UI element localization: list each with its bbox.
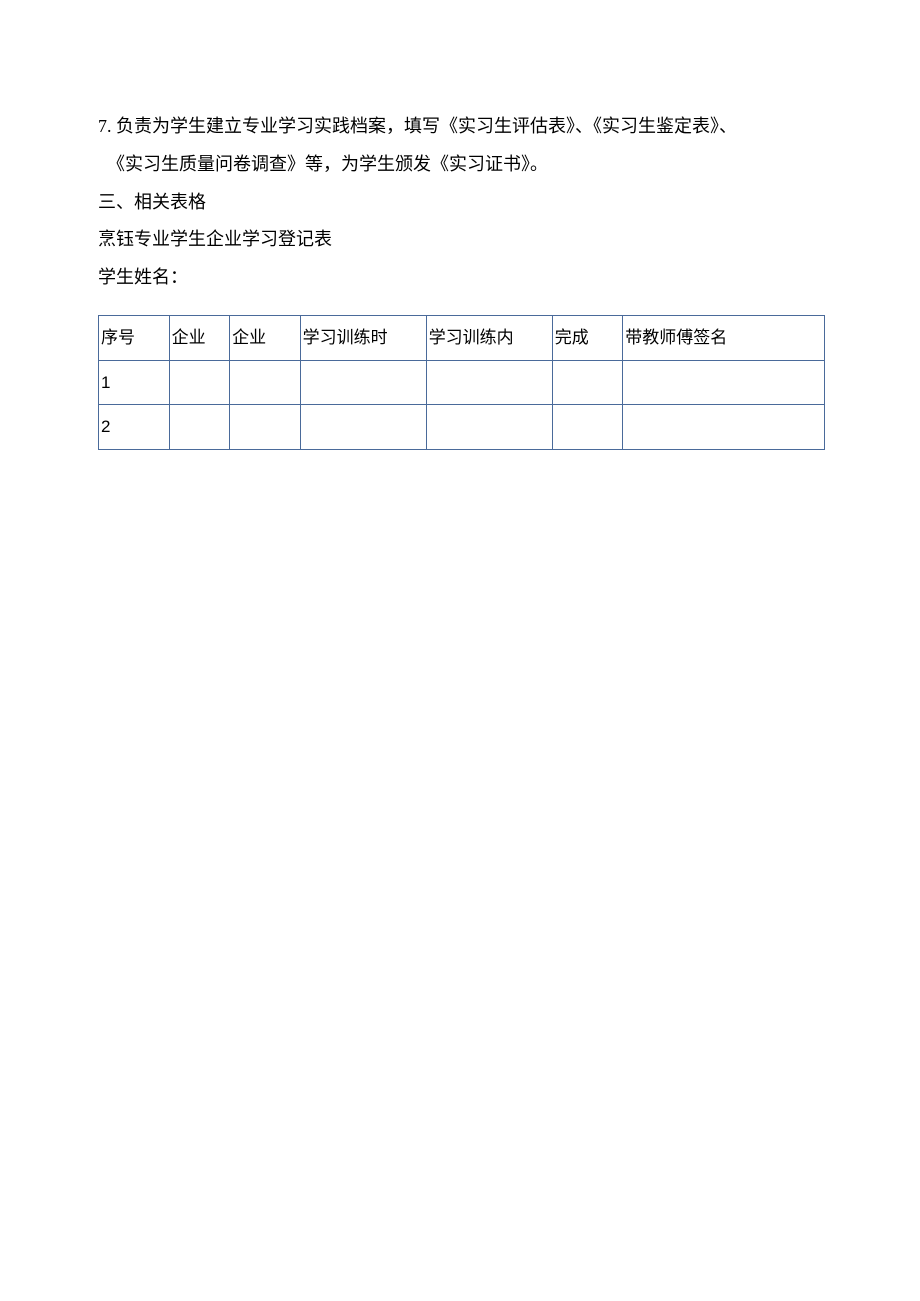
registration-table: 序号 企业 企业 学习训练时 学习训练内 完成 带教师傅签名 1 2: [98, 315, 825, 450]
section-heading: 三、相关表格: [98, 184, 825, 222]
table-header-cell: 完成: [552, 315, 623, 360]
table-cell: [169, 360, 230, 405]
table-cell: [552, 405, 623, 450]
table-cell: [426, 360, 552, 405]
table-cell: [623, 405, 825, 450]
form-title: 烹钰专业学生企业学习登记表: [98, 221, 825, 259]
table-cell: [426, 405, 552, 450]
table-cell: [169, 405, 230, 450]
table-cell: 1: [99, 360, 170, 405]
table-cell: 2: [99, 405, 170, 450]
paragraph-line-1: 7. 负责为学生建立专业学习实践档案，填写《实习生评估表》、《实习生鉴定表》、: [98, 108, 825, 146]
table-cell: [300, 360, 426, 405]
table-row: 2: [99, 405, 825, 450]
table-cell: [300, 405, 426, 450]
table-row: 1: [99, 360, 825, 405]
table-header-cell: 企业: [169, 315, 230, 360]
table-header-cell: 企业: [230, 315, 301, 360]
student-name-label: 学生姓名：: [98, 259, 825, 297]
table-header-cell: 带教师傅签名: [623, 315, 825, 360]
table-cell: [623, 360, 825, 405]
table-cell: [552, 360, 623, 405]
table-header-cell: 学习训练内: [426, 315, 552, 360]
table-cell: [230, 405, 301, 450]
table-header-cell: 学习训练时: [300, 315, 426, 360]
table-header-cell: 序号: [99, 315, 170, 360]
table-header-row: 序号 企业 企业 学习训练时 学习训练内 完成 带教师傅签名: [99, 315, 825, 360]
paragraph-line-2: 《实习生质量问卷调查》等，为学生颁发《实习证书》。: [98, 146, 825, 184]
table-cell: [230, 360, 301, 405]
